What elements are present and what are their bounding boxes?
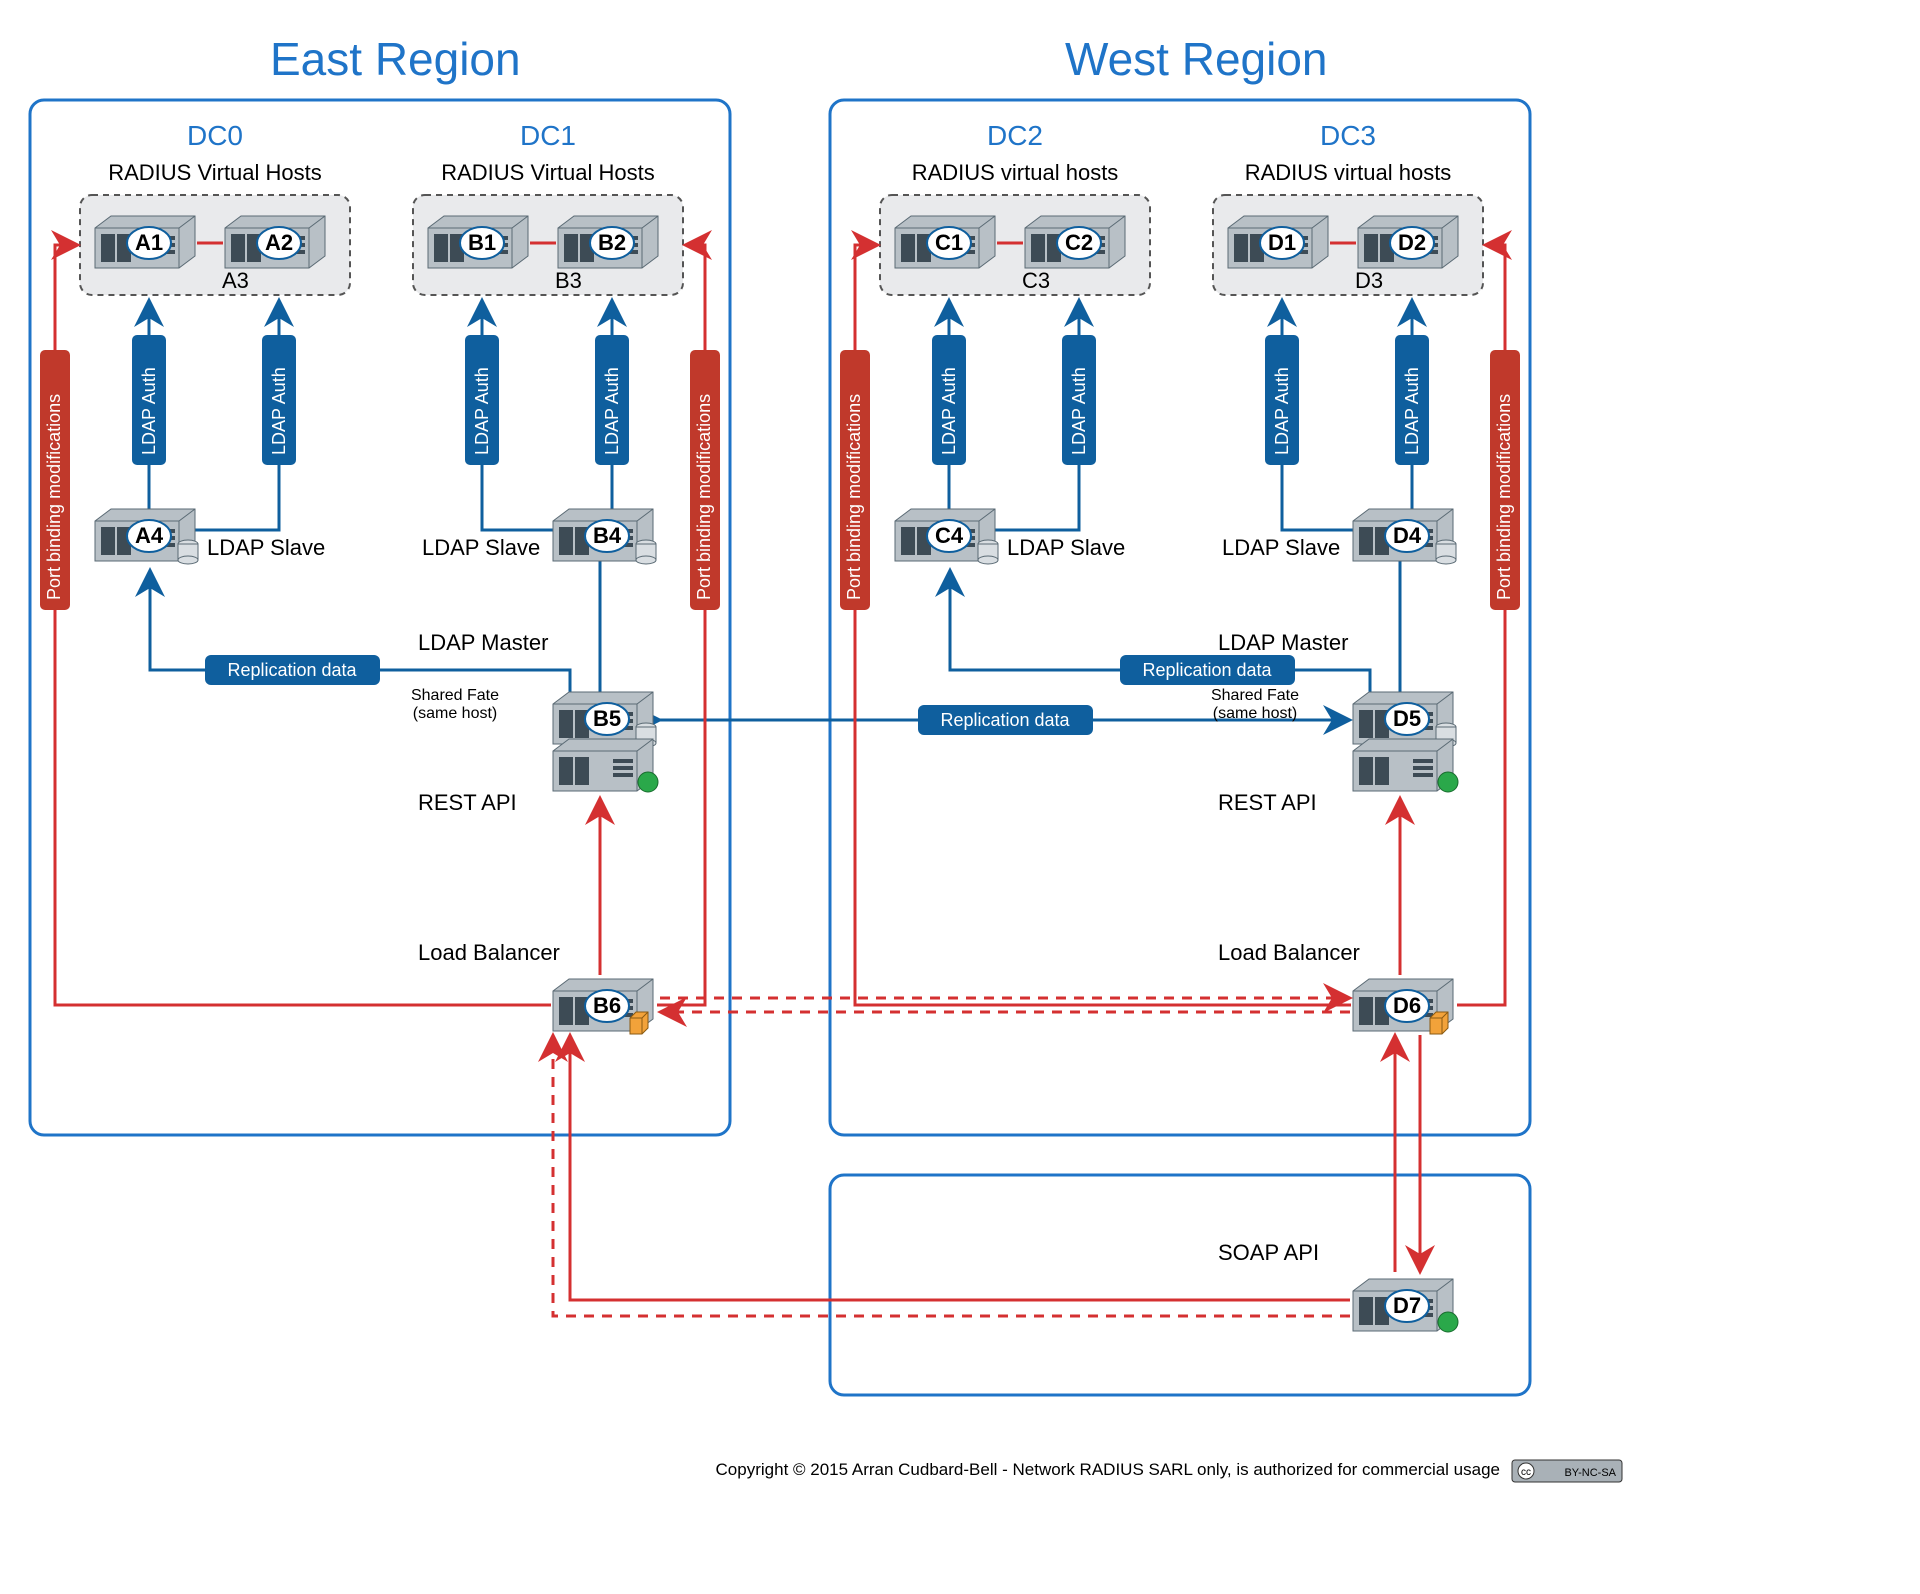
node-C1: C1 <box>935 230 963 255</box>
cc-badge: cc BY-NC-SA <box>1512 1460 1622 1482</box>
radius-header-dc0: RADIUS Virtual Hosts <box>108 160 322 185</box>
dc0-title: DC0 <box>187 120 243 151</box>
svg-text:B4: B4 <box>593 523 622 548</box>
lb-west-label: Load Balancer <box>1218 940 1360 965</box>
ldap-auth-west: LDAP Auth LDAP Auth LDAP Auth LDAP Auth <box>932 300 1429 505</box>
ldap-slave-C4: C4 <box>895 509 998 564</box>
soap-api-label: SOAP API <box>1218 1240 1319 1265</box>
replication-cross-label: Replication data <box>940 710 1070 730</box>
radius-header-dc1: RADIUS Virtual Hosts <box>441 160 655 185</box>
lb-B6: B6 <box>553 979 653 1034</box>
rest-api-west-label: REST API <box>1218 790 1317 815</box>
ldap-master-west-label: LDAP Master <box>1218 630 1348 655</box>
node-B3: B3 <box>555 268 582 293</box>
node-B1: B1 <box>468 230 496 255</box>
node-B2: B2 <box>598 230 626 255</box>
node-A2: A2 <box>265 230 293 255</box>
svg-text:D4: D4 <box>1393 523 1422 548</box>
ldap-slave-D4-label: LDAP Slave <box>1222 535 1340 560</box>
svg-text:B6: B6 <box>593 993 621 1018</box>
shared-fate-west2: (same host) <box>1213 705 1297 722</box>
ldap-slave-B4: B4 <box>553 509 656 564</box>
svg-text:cc: cc <box>1521 1467 1531 1478</box>
diagram: East Region West Region DC0 DC1 DC2 DC3 … <box>0 0 1920 1589</box>
replication-east-label: Replication data <box>227 660 357 680</box>
ldap-auth-label-b1: LDAP Auth <box>472 367 492 455</box>
lb-east-label: Load Balancer <box>418 940 560 965</box>
ldap-auth-label-d1: LDAP Auth <box>1272 367 1292 455</box>
dc3-title: DC3 <box>1320 120 1376 151</box>
east-region-title: East Region <box>270 33 521 85</box>
port-binding-east-right: Port binding modifications <box>694 394 714 600</box>
port-binding-east-left: Port binding modifications <box>44 394 64 600</box>
ldap-auth-label-a2: LDAP Auth <box>269 367 289 455</box>
lb-D6: D6 <box>1353 979 1453 1034</box>
svg-text:A4: A4 <box>135 523 164 548</box>
ldap-auth-label-d2: LDAP Auth <box>1402 367 1422 455</box>
port-binding-west-left: Port binding modifications <box>844 394 864 600</box>
radius-group-dc0: RADIUS Virtual Hosts A1 A2 A3 <box>80 160 350 295</box>
svg-text:D6: D6 <box>1393 993 1421 1018</box>
replication-west-label: Replication data <box>1142 660 1272 680</box>
ldap-slave-C4-label: LDAP Slave <box>1007 535 1125 560</box>
ldap-auth-label-c1: LDAP Auth <box>939 367 959 455</box>
node-A1: A1 <box>135 230 163 255</box>
node-A3: A3 <box>222 268 249 293</box>
node-D1: D1 <box>1268 230 1296 255</box>
ldap-slave-D4: D4 <box>1353 509 1456 564</box>
radius-group-dc1: RADIUS Virtual Hosts B1 B2 B3 <box>413 160 683 295</box>
shared-fate-east2: (same host) <box>413 705 497 722</box>
soap-api-D7: D7 <box>1353 1279 1458 1332</box>
svg-text:C4: C4 <box>935 523 964 548</box>
rest-api-east-node <box>553 739 658 792</box>
shared-fate-east1: Shared Fate <box>411 687 499 704</box>
west-region-title: West Region <box>1065 33 1328 85</box>
ldap-auth-label-a1: LDAP Auth <box>139 367 159 455</box>
ldap-master-east-label: LDAP Master <box>418 630 548 655</box>
svg-text:BY-NC-SA: BY-NC-SA <box>1564 1467 1616 1479</box>
svg-text:D5: D5 <box>1393 706 1421 731</box>
svg-text:D7: D7 <box>1393 1293 1421 1318</box>
ldap-slave-A4-label: LDAP Slave <box>207 535 325 560</box>
ldap-auth-label-b2: LDAP Auth <box>602 367 622 455</box>
radius-header-dc2: RADIUS virtual hosts <box>912 160 1119 185</box>
ldap-slave-A4: A4 <box>95 509 198 564</box>
port-binding-west-right: Port binding modifications <box>1494 394 1514 600</box>
dc1-title: DC1 <box>520 120 576 151</box>
node-C3: C3 <box>1022 268 1050 293</box>
radius-group-dc3: RADIUS virtual hosts D1 D2 D3 <box>1213 160 1483 295</box>
rest-api-west-node <box>1353 739 1458 792</box>
copyright-text: Copyright © 2015 Arran Cudbard-Bell - Ne… <box>716 1460 1500 1479</box>
radius-group-dc2: RADIUS virtual hosts C1 C2 C3 <box>880 160 1150 295</box>
node-D2: D2 <box>1398 230 1426 255</box>
rest-api-east-label: REST API <box>418 790 517 815</box>
ldap-auth-east: LDAP Auth LDAP Auth LDAP Auth LDAP Auth <box>132 300 629 505</box>
svg-text:B5: B5 <box>593 706 621 731</box>
dc2-title: DC2 <box>987 120 1043 151</box>
shared-fate-west1: Shared Fate <box>1211 687 1299 704</box>
node-D3: D3 <box>1355 268 1383 293</box>
radius-header-dc3: RADIUS virtual hosts <box>1245 160 1452 185</box>
node-C2: C2 <box>1065 230 1093 255</box>
ldap-slave-B4-label: LDAP Slave <box>422 535 540 560</box>
ldap-auth-label-c2: LDAP Auth <box>1069 367 1089 455</box>
